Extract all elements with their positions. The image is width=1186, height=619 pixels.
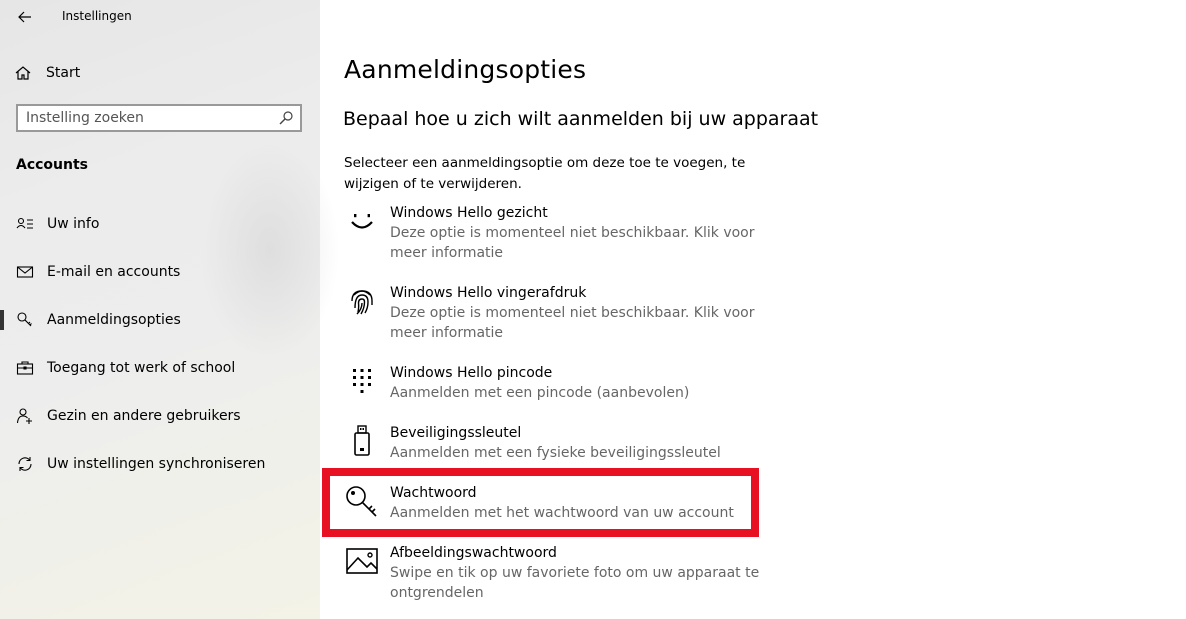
usb-key-icon (344, 423, 380, 459)
sidebar-item-aanmeldingsopties[interactable]: Aanmeldingsopties (0, 303, 320, 337)
search-box[interactable] (16, 104, 302, 132)
person-list-icon (16, 215, 34, 233)
sidebar-item-email[interactable]: E-mail en accounts (0, 255, 320, 289)
option-subtitle: Deze optie is momenteel niet beschikbaar… (390, 305, 755, 341)
sidebar: Instellingen Start Accounts Uw info (0, 0, 340, 619)
page-title: Aanmeldingsopties (344, 55, 587, 84)
active-indicator (0, 310, 4, 330)
sidebar-item-label: Uw info (47, 216, 100, 232)
home-icon (15, 66, 31, 80)
sidebar-item-label: Gezin en andere gebruikers (47, 408, 241, 424)
sync-icon (16, 455, 34, 473)
option-subtitle: Aanmelden met een fysieke beveiligingssl… (390, 445, 721, 461)
sidebar-item-label: Toegang tot werk of school (47, 360, 236, 376)
option-fingerprint[interactable]: Windows Hello vingerafdruk Deze optie is… (344, 283, 794, 341)
back-arrow-icon (18, 11, 31, 23)
briefcase-icon (16, 359, 34, 377)
keypad-icon (344, 363, 380, 399)
highlight-box (322, 468, 759, 537)
option-face[interactable]: Windows Hello gezicht Deze optie is mome… (344, 203, 794, 261)
sidebar-item-work-school[interactable]: Toegang tot werk of school (0, 351, 320, 385)
sidebar-item-uw-info[interactable]: Uw info (0, 207, 320, 241)
sidebar-item-sync[interactable]: Uw instellingen synchroniseren (0, 447, 320, 481)
mail-icon (16, 263, 34, 281)
nav-home[interactable]: Start (14, 62, 304, 84)
picture-icon (344, 543, 380, 579)
back-button[interactable] (14, 6, 36, 28)
title-bar: Instellingen (0, 0, 320, 34)
search-icon[interactable] (278, 110, 294, 126)
nav-home-label: Start (46, 65, 81, 81)
option-subtitle: Deze optie is momenteel niet beschikbaar… (390, 225, 755, 261)
fingerprint-icon (344, 283, 380, 319)
key-icon (16, 311, 34, 329)
smiley-face-icon (344, 203, 380, 239)
option-title: Windows Hello pincode (390, 365, 553, 381)
option-pin[interactable]: Windows Hello pincode Aanmelden met een … (344, 363, 794, 419)
app-title: Instellingen (62, 9, 132, 23)
section-title: Accounts (16, 157, 89, 173)
option-picture-password[interactable]: Afbeeldingswachtwoord Swipe en tik op uw… (344, 543, 794, 601)
option-subtitle: Swipe en tik op uw favoriete foto om uw … (390, 565, 760, 601)
sidebar-item-label: Uw instellingen synchroniseren (47, 456, 266, 472)
option-title: Beveiligingssleutel (390, 425, 522, 441)
option-title: Windows Hello vingerafdruk (390, 285, 587, 301)
sidebar-item-label: Aanmeldingsopties (47, 312, 181, 328)
search-input[interactable] (26, 108, 266, 128)
option-subtitle: Aanmelden met een pincode (aanbevolen) (390, 385, 690, 401)
sidebar-item-family[interactable]: Gezin en andere gebruikers (0, 399, 320, 433)
option-title: Afbeeldingswachtwoord (390, 545, 557, 561)
page-description: Selecteer een aanmeldingsoptie om deze t… (344, 155, 746, 192)
person-add-icon (16, 407, 34, 425)
option-title: Windows Hello gezicht (390, 205, 548, 221)
sidebar-item-label: E-mail en accounts (47, 264, 181, 280)
page-subtitle: Bepaal hoe u zich wilt aanmelden bij uw … (343, 108, 819, 130)
